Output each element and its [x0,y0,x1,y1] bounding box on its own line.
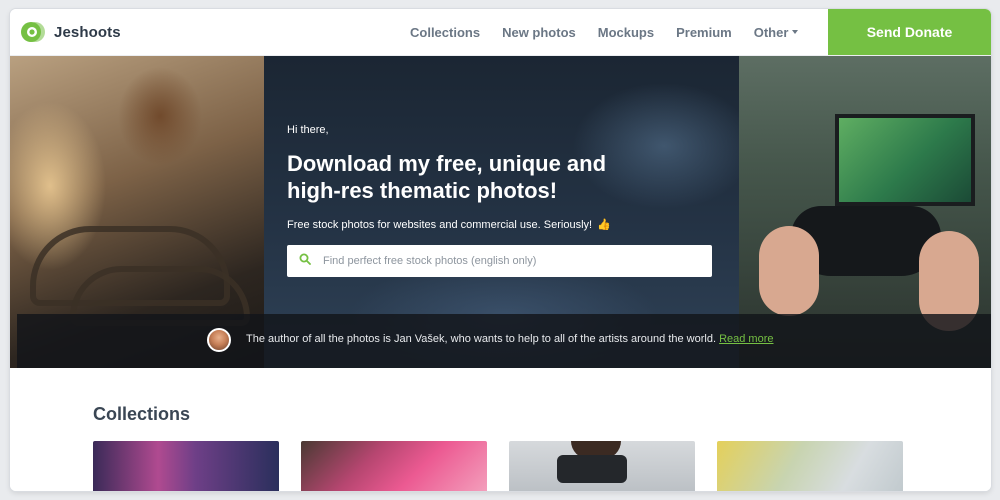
hero-headline: Download my free, unique and high-res th… [287,151,607,203]
hero-subtitle-text: Free stock photos for websites and comme… [287,218,593,231]
hero-greeting: Hi there, [287,124,329,136]
browser-window: Jeshoots Collections New photos Mockups … [10,9,991,491]
logo[interactable]: Jeshoots [20,21,121,43]
read-more-link[interactable]: Read more [719,333,773,345]
collection-card-easter[interactable] [717,441,903,491]
nav-other[interactable]: Other [754,25,799,40]
hero-subtitle: Free stock photos for websites and comme… [287,218,727,232]
search-icon [299,252,311,270]
send-donate-button[interactable]: Send Donate [828,9,991,55]
nav-new-photos[interactable]: New photos [502,25,576,40]
author-text: The author of all the photos is Jan Vaše… [246,333,774,345]
hero-content: Hi there, Download my free, unique and h… [287,124,727,277]
vr-headset-shape [557,455,627,483]
hero-section: Hi there, Download my free, unique and h… [10,56,991,368]
nav-premium[interactable]: Premium [676,25,732,40]
chevron-down-icon [792,29,799,34]
collections-section: Collections [10,368,991,491]
collection-cards [93,441,903,491]
tv-screen [835,114,975,206]
nav-other-label: Other [753,25,789,40]
collection-card-vr[interactable] [509,441,695,491]
author-avatar [207,328,231,352]
nav-collections[interactable]: Collections [410,25,480,40]
author-description: The author of all the photos is Jan Vaše… [246,333,720,345]
main-nav: Collections New photos Mockups Premium O… [410,9,820,56]
hand-left [759,226,819,316]
collection-card-casino[interactable] [93,441,279,491]
collection-card-shopping[interactable] [301,441,487,491]
logo-text: Jeshoots [54,23,121,41]
search-input[interactable] [323,255,693,267]
thumbs-up-icon: 👍 [597,219,611,231]
nav-mockups[interactable]: Mockups [598,25,654,40]
search-bar[interactable] [287,245,712,277]
collections-title: Collections [93,404,191,424]
logo-mark-icon [20,21,46,43]
site-header: Jeshoots Collections New photos Mockups … [10,9,991,56]
author-bar: The author of all the photos is Jan Vaše… [17,314,991,368]
